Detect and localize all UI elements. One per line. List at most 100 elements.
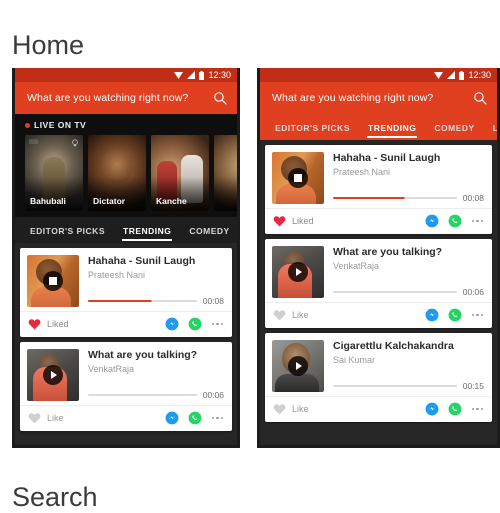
tab-comedy[interactable]: COMEDY (180, 226, 237, 243)
category-tabs[interactable]: EDITOR'S PICKS TRENDING COMEDY LO (260, 114, 497, 140)
more-options-icon[interactable] (211, 322, 223, 326)
video-thumbnail[interactable] (27, 349, 79, 401)
playback-row: 00:06 (88, 390, 224, 401)
play-button[interactable] (43, 365, 63, 385)
video-thumbnail[interactable] (27, 255, 79, 307)
progress-bar[interactable] (333, 384, 457, 388)
play-button[interactable] (288, 356, 308, 376)
more-options-icon[interactable] (471, 219, 483, 223)
tab-comedy[interactable]: COMEDY (425, 123, 483, 140)
more-options-icon[interactable] (211, 416, 223, 420)
whatsapp-icon[interactable] (188, 411, 202, 425)
video-card[interactable]: What are you talking? VenkatRaja 00:06 L… (20, 342, 232, 431)
video-feed[interactable]: Hahaha - Sunil Laugh Prateesh Nani 00:08 (260, 140, 497, 445)
progress-fill (333, 196, 403, 200)
video-duration: 00:08 (462, 193, 484, 203)
video-card[interactable]: Cigarettlu Kalchakandra Sai Kumar 00:15 (265, 333, 492, 422)
tab-label: TRENDING (368, 123, 417, 133)
category-tabs[interactable]: EDITOR'S PICKS TRENDING COMEDY LO (15, 217, 237, 243)
progress-bar[interactable] (88, 393, 197, 397)
video-thumbnail[interactable] (272, 152, 324, 204)
progress-bar[interactable] (333, 196, 457, 200)
heart-icon (273, 310, 286, 321)
page-title-home: Home (12, 30, 85, 60)
like-label: Like (292, 310, 309, 320)
video-author: Prateesh Nani (333, 167, 391, 177)
phone-mockup-trending: 12:30 What are you watching right now? E… (257, 68, 500, 448)
video-card[interactable]: Hahaha - Sunil Laugh Prateesh Nani 00:08 (265, 145, 492, 234)
video-feed[interactable]: Hahaha - Sunil Laugh Prateesh Nani 00:08 (15, 243, 237, 445)
tab-active-underline (122, 239, 173, 241)
live-indicator-dot (25, 122, 30, 128)
messenger-icon[interactable] (425, 308, 439, 322)
app-bar: What are you watching right now? (15, 82, 237, 114)
progress-bar[interactable] (333, 290, 457, 294)
app-bar: What are you watching right now? (260, 82, 497, 114)
whatsapp-icon[interactable] (448, 402, 462, 416)
progress-fill (88, 299, 149, 303)
progress-knob[interactable] (146, 299, 152, 303)
messenger-icon[interactable] (165, 411, 179, 425)
progress-bar[interactable] (88, 299, 197, 303)
play-icon (296, 268, 302, 276)
search-input[interactable]: What are you watching right now? (272, 92, 473, 104)
whatsapp-icon[interactable] (188, 317, 202, 331)
live-tv-card[interactable] (214, 135, 237, 211)
tab-love[interactable]: LO (484, 123, 497, 140)
search-icon[interactable] (473, 91, 487, 105)
search-icon[interactable] (213, 91, 227, 105)
pause-button[interactable] (288, 168, 308, 188)
signal-icon (187, 71, 196, 79)
more-options-icon[interactable] (471, 313, 483, 317)
messenger-icon[interactable] (425, 214, 439, 228)
video-card[interactable]: Hahaha - Sunil Laugh Prateesh Nani 00:08 (20, 248, 232, 337)
video-thumbnail[interactable] (272, 246, 324, 298)
video-meta: Hahaha - Sunil Laugh Prateesh Nani 00:08 (324, 152, 484, 204)
whatsapp-icon[interactable] (448, 214, 462, 228)
video-meta: What are you talking? VenkatRaja 00:06 (324, 246, 484, 298)
heart-icon (273, 216, 286, 227)
video-author: VenkatRaja (333, 261, 380, 271)
tab-label: COMEDY (434, 123, 475, 133)
tab-trending[interactable]: TRENDING (359, 123, 425, 140)
like-button[interactable]: Like (273, 309, 309, 321)
channel-logo-icon (29, 139, 38, 144)
live-on-tv-carousel[interactable]: Bahubali Dictator Kanche (15, 135, 237, 211)
video-thumbnail[interactable] (272, 340, 324, 392)
messenger-icon[interactable] (165, 317, 179, 331)
video-title: What are you talking? (333, 246, 443, 258)
more-options-icon[interactable] (471, 407, 483, 411)
play-icon (51, 371, 57, 379)
video-duration: 00:06 (202, 390, 224, 400)
progress-knob[interactable] (399, 196, 405, 200)
like-button[interactable]: Like (28, 412, 64, 424)
like-label: Liked (47, 319, 69, 329)
bulb-icon (72, 139, 78, 147)
tab-editors-picks[interactable]: EDITOR'S PICKS (21, 226, 114, 243)
live-tv-card[interactable]: Kanche (151, 135, 209, 211)
like-button[interactable]: Like (273, 403, 309, 415)
like-button[interactable]: Liked (273, 215, 314, 227)
video-card-body: What are you talking? VenkatRaja 00:06 (265, 239, 492, 302)
heart-icon (273, 404, 286, 415)
like-label: Liked (292, 216, 314, 226)
live-tv-card[interactable]: Bahubali (25, 135, 83, 211)
whatsapp-icon[interactable] (448, 308, 462, 322)
like-button[interactable]: Liked (28, 318, 69, 330)
phone-screen-left: 12:30 What are you watching right now? L… (15, 68, 237, 445)
video-card-body: What are you talking? VenkatRaja 00:06 (20, 342, 232, 405)
tab-trending[interactable]: TRENDING (114, 226, 180, 243)
messenger-icon[interactable] (425, 402, 439, 416)
search-input[interactable]: What are you watching right now? (27, 92, 213, 104)
pause-button[interactable] (43, 271, 63, 291)
playback-row: 00:06 (333, 287, 484, 298)
live-tv-card[interactable]: Dictator (88, 135, 146, 211)
play-button[interactable] (288, 262, 308, 282)
video-card[interactable]: What are you talking? VenkatRaja 00:06 L… (265, 239, 492, 328)
wifi-icon (174, 72, 184, 79)
tab-editors-picks[interactable]: EDITOR'S PICKS (266, 123, 359, 140)
video-card-actions: Like (265, 302, 492, 328)
tab-label: TRENDING (123, 226, 172, 236)
video-card-body: Cigarettlu Kalchakandra Sai Kumar 00:15 (265, 333, 492, 396)
pause-icon (294, 174, 302, 182)
